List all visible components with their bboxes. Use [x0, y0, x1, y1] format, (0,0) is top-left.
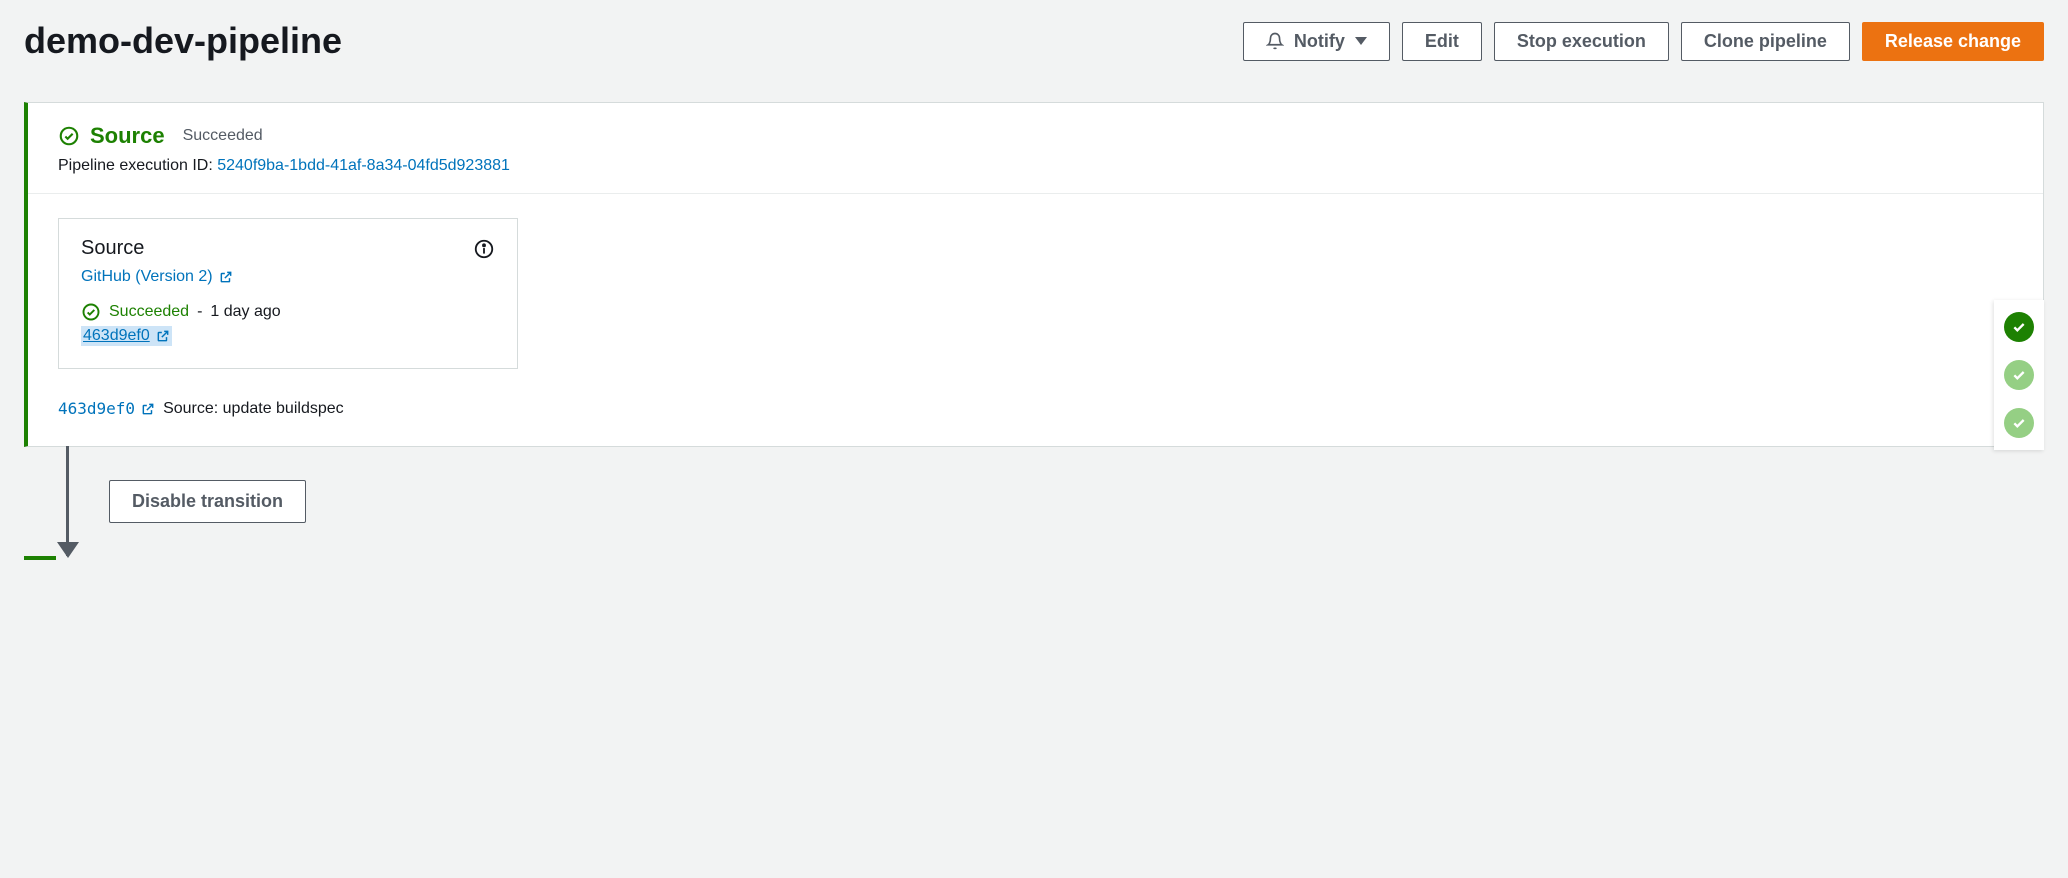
page-title: demo-dev-pipeline [24, 20, 342, 62]
transition-row: Disable transition [66, 446, 2044, 556]
info-icon[interactable] [473, 238, 495, 260]
execution-id-row: Pipeline execution ID: 5240f9ba-1bdd-41a… [58, 157, 2013, 175]
external-link-icon [219, 270, 233, 284]
stage-source: Source Succeeded Pipeline execution ID: … [24, 102, 2044, 447]
action-status: Succeeded [109, 303, 189, 321]
action-title: Source [81, 237, 144, 260]
action-provider-label: GitHub (Version 2) [81, 268, 213, 286]
execution-id-label: Pipeline execution ID: [58, 157, 213, 174]
action-provider-link[interactable]: GitHub (Version 2) [81, 268, 233, 286]
status-badge-current[interactable] [2004, 312, 2034, 342]
transition-arrow-icon [66, 446, 69, 556]
status-separator: - [197, 303, 202, 321]
stage-commit-link[interactable]: 463d9ef0 [58, 399, 155, 418]
status-badge[interactable] [2004, 408, 2034, 438]
action-commit-hash: 463d9ef0 [83, 327, 150, 345]
next-stage-indicator [24, 556, 56, 560]
release-change-button[interactable]: Release change [1862, 22, 2044, 61]
check-circle-icon [81, 302, 101, 322]
external-link-icon [141, 402, 155, 416]
action-card-source: Source GitHub (Version 2) [58, 218, 518, 369]
notify-label: Notify [1294, 31, 1345, 52]
bell-icon [1266, 32, 1284, 50]
disable-transition-button[interactable]: Disable transition [109, 480, 306, 523]
stop-execution-button[interactable]: Stop execution [1494, 22, 1669, 61]
stage-name: Source [90, 123, 165, 149]
status-badge[interactable] [2004, 360, 2034, 390]
action-time: 1 day ago [210, 303, 280, 321]
stage-commit-summary: 463d9ef0 Source: update buildspec [58, 399, 2013, 418]
execution-id-link[interactable]: 5240f9ba-1bdd-41af-8a34-04fd5d923881 [217, 157, 510, 174]
action-commit-link[interactable]: 463d9ef0 [81, 326, 172, 346]
clone-pipeline-button[interactable]: Clone pipeline [1681, 22, 1850, 61]
header: demo-dev-pipeline Notify Edit Stop execu… [24, 20, 2044, 62]
check-circle-icon [58, 125, 80, 147]
caret-down-icon [1355, 37, 1367, 45]
stage-status: Succeeded [183, 127, 263, 145]
stage-commit-hash: 463d9ef0 [58, 399, 135, 418]
external-link-icon [156, 329, 170, 343]
status-rail [1994, 300, 2044, 450]
stage-commit-message: Source: update buildspec [163, 400, 344, 418]
edit-button[interactable]: Edit [1402, 22, 1482, 61]
notify-button[interactable]: Notify [1243, 22, 1390, 61]
stage-body: Source GitHub (Version 2) [28, 194, 2043, 446]
stage-header: Source Succeeded Pipeline execution ID: … [28, 103, 2043, 194]
